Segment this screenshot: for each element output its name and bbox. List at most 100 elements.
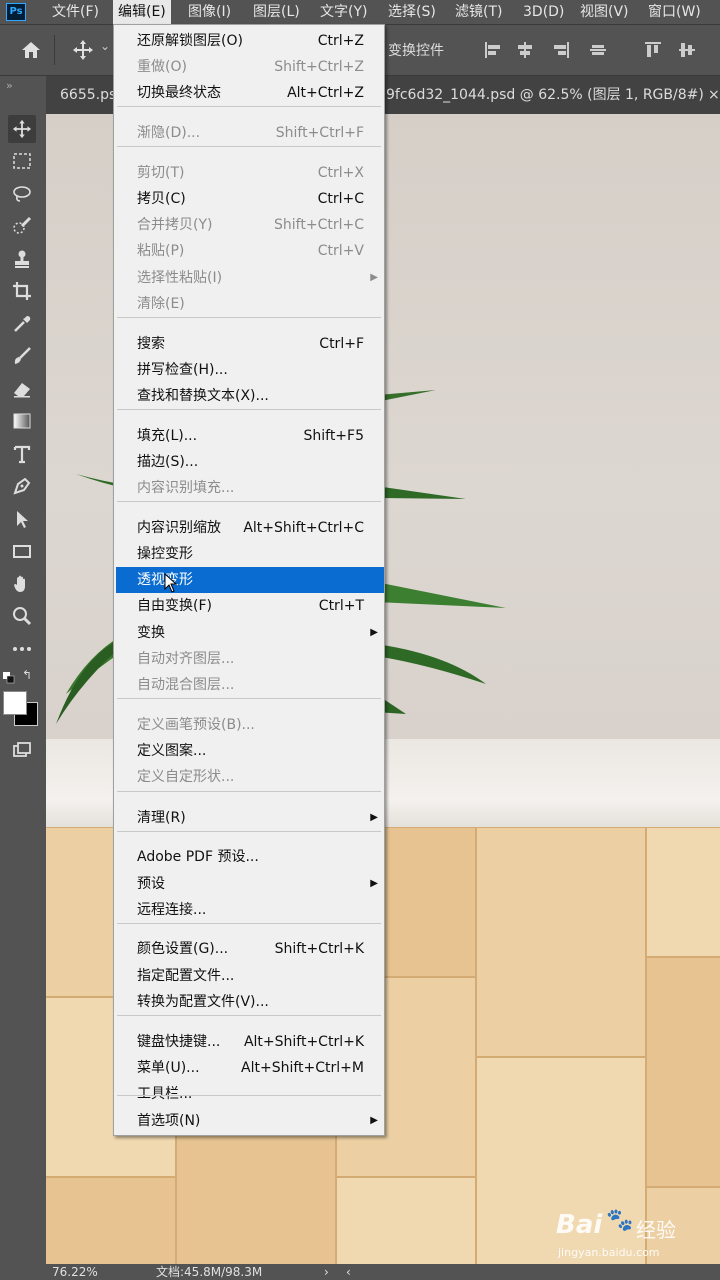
menu-3d[interactable]: 3D(D)	[523, 0, 564, 24]
edit-menu-item-label: 重做(O)	[137, 59, 187, 75]
menu-separator	[117, 409, 381, 410]
crop-icon[interactable]	[8, 277, 36, 305]
edit-menu-item[interactable]: 自动混合图层...	[114, 672, 384, 698]
edit-menu-item[interactable]: 还原解锁图层(O) Ctrl+Z	[114, 28, 384, 54]
edit-menu-item-shortcut: Shift+Ctrl+C	[274, 217, 364, 233]
type-icon[interactable]	[8, 440, 36, 468]
edit-menu-item[interactable]: 工具栏...	[114, 1081, 384, 1107]
align-center-icon[interactable]	[512, 37, 538, 63]
edit-menu-item[interactable]: 查找和替换文本(X)...	[114, 383, 384, 409]
edit-menu-item-shortcut: Ctrl+C	[317, 191, 364, 207]
edit-menu-item[interactable]: 自动对齐图层...	[114, 646, 384, 672]
edit-menu-item[interactable]: 首选项(N) ▶	[114, 1108, 384, 1134]
edit-menu-item[interactable]: 预设 ▶	[114, 871, 384, 897]
menu-window[interactable]: 窗口(W)	[648, 0, 701, 24]
show-transform-controls-label[interactable]: 变换控件	[388, 40, 444, 60]
edit-menu-item[interactable]: 指定配置文件...	[114, 963, 384, 989]
edit-menu-item-label: 变换	[137, 625, 165, 641]
swap-colors-icon[interactable]: ↰	[22, 668, 36, 682]
edit-menu-item[interactable]: 内容识别缩放 Alt+Shift+Ctrl+C	[114, 515, 384, 541]
menu-layer[interactable]: 图层(L)	[253, 0, 300, 24]
edit-menu-item[interactable]: 选择性粘贴(I) ▶	[114, 265, 384, 291]
edit-menu-item-label: 自由变换(F)	[137, 598, 212, 614]
menu-type[interactable]: 文字(Y)	[320, 0, 367, 24]
edit-menu-item[interactable]: 粘贴(P) Ctrl+V	[114, 238, 384, 264]
lasso-icon[interactable]	[8, 180, 36, 208]
path-selection-icon[interactable]	[8, 505, 36, 533]
edit-menu-item[interactable]: 菜单(U)... Alt+Shift+Ctrl+M	[114, 1055, 384, 1081]
chevron-left-icon[interactable]: ‹	[346, 1264, 351, 1280]
brush-icon[interactable]	[8, 342, 36, 370]
edit-menu-item-label: 渐隐(D)...	[137, 125, 201, 141]
menu-view[interactable]: 视图(V)	[580, 0, 629, 24]
align-top-icon[interactable]	[640, 37, 666, 63]
edit-menu-item-label: 描边(S)...	[137, 454, 199, 470]
edit-menu-item[interactable]: 定义自定形状...	[114, 764, 384, 790]
edit-menu-item-label: 查找和替换文本(X)...	[137, 388, 269, 404]
stamp-icon[interactable]	[8, 245, 36, 273]
edit-menu-item[interactable]: 远程连接...	[114, 897, 384, 923]
edit-menu-item[interactable]: 操控变形	[114, 541, 384, 567]
chevron-right-icon[interactable]: ›	[324, 1264, 329, 1280]
edit-menu-item[interactable]: 自由变换(F) Ctrl+T	[114, 593, 384, 619]
move-icon[interactable]	[8, 115, 36, 143]
close-tab-icon[interactable]: ×	[708, 76, 720, 114]
edit-menu-item[interactable]: 拷贝(C) Ctrl+C	[114, 186, 384, 212]
default-colors-icon[interactable]	[3, 669, 15, 684]
edit-menu-item-shortcut: Shift+Ctrl+F	[275, 125, 364, 141]
edit-menu-item[interactable]: 定义图案...	[114, 738, 384, 764]
edit-menu-item[interactable]: 颜色设置(G)... Shift+Ctrl+K	[114, 936, 384, 962]
edit-menu-item[interactable]: Adobe PDF 预设...	[114, 844, 384, 870]
edit-menu-item[interactable]: 重做(O) Shift+Ctrl+Z	[114, 54, 384, 80]
hand-icon[interactable]	[8, 570, 36, 598]
edit-menu-item[interactable]: 清除(E)	[114, 291, 384, 317]
quick-selection-icon[interactable]	[8, 212, 36, 240]
tab-document-1[interactable]: 6655.ps	[60, 76, 116, 114]
rectangle-icon[interactable]	[8, 537, 36, 565]
edit-menu-item[interactable]: 键盘快捷键... Alt+Shift+Ctrl+K	[114, 1029, 384, 1055]
foreground-color-swatch[interactable]	[3, 691, 27, 715]
eraser-icon[interactable]	[8, 375, 36, 403]
edit-menu-item[interactable]: 定义画笔预设(B)...	[114, 712, 384, 738]
edit-menu-item[interactable]: 内容识别填充...	[114, 475, 384, 501]
edit-menu-item[interactable]: 描边(S)...	[114, 449, 384, 475]
edit-menu-item[interactable]: 变换 ▶	[114, 620, 384, 646]
menu-select[interactable]: 选择(S)	[388, 0, 436, 24]
edit-menu-item[interactable]: 剪切(T) Ctrl+X	[114, 160, 384, 186]
menu-image[interactable]: 图像(I)	[188, 0, 231, 24]
align-middle-icon[interactable]	[585, 37, 611, 63]
menu-file[interactable]: 文件(F)	[52, 0, 99, 24]
move-tool-icon[interactable]	[70, 37, 96, 63]
edit-menu-item[interactable]: 搜索 Ctrl+F	[114, 331, 384, 357]
edit-menu-item[interactable]: 填充(L)... Shift+F5	[114, 423, 384, 449]
menu-filter[interactable]: 滤镜(T)	[455, 0, 502, 24]
gradient-icon[interactable]	[8, 407, 36, 435]
submenu-arrow-icon: ▶	[370, 878, 378, 889]
align-left-icon[interactable]	[480, 37, 506, 63]
chevron-down-icon[interactable]: ⌄	[100, 39, 110, 53]
edit-menu-item[interactable]: 切换最终状态 Alt+Ctrl+Z	[114, 80, 384, 106]
divider	[54, 35, 55, 65]
edit-menu-item[interactable]: 合并拷贝(Y) Shift+Ctrl+C	[114, 212, 384, 238]
pen-icon[interactable]	[8, 472, 36, 500]
edit-menu-item[interactable]: 透视变形	[116, 567, 384, 593]
more-tools-icon[interactable]	[8, 635, 36, 663]
screen-mode-icon[interactable]	[8, 736, 36, 764]
collapse-panel-icon[interactable]: »	[0, 76, 52, 96]
zoom-level[interactable]: 76.22%	[52, 1264, 98, 1280]
mouse-cursor-icon	[164, 573, 178, 593]
tab-document-2[interactable]: 9fc6d32_1044.psd @ 62.5% (图层 1, RGB/8#)	[386, 76, 704, 114]
edit-menu-item[interactable]: 清理(R) ▶	[114, 805, 384, 831]
edit-menu-item[interactable]: 拼写检查(H)...	[114, 357, 384, 383]
eyedropper-icon[interactable]	[8, 310, 36, 338]
align-right-icon[interactable]	[548, 37, 574, 63]
edit-menu-item[interactable]: 转换为配置文件(V)...	[114, 989, 384, 1015]
align-vcenter-icon[interactable]	[674, 37, 700, 63]
menu-separator	[117, 831, 381, 832]
zoom-icon[interactable]	[8, 602, 36, 630]
menu-edit[interactable]: 编辑(E)	[113, 0, 171, 24]
paw-icon: 🐾	[606, 1208, 634, 1233]
edit-menu-item[interactable]: 渐隐(D)... Shift+Ctrl+F	[114, 120, 384, 146]
marquee-icon[interactable]	[8, 147, 36, 175]
home-icon[interactable]	[18, 37, 44, 63]
